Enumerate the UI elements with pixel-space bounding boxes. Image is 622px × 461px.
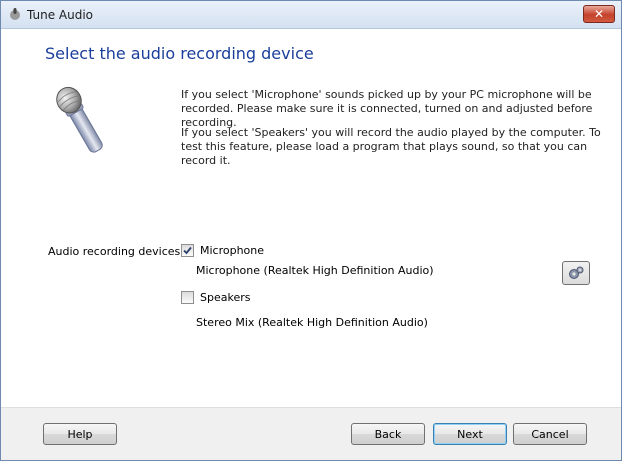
window-title: Tune Audio [27, 8, 94, 22]
title-bar: Tune Audio ✕ [1, 1, 621, 29]
microphone-info-text: If you select 'Microphone' sounds picked… [181, 88, 593, 129]
microphone-device-name: Microphone (Realtek High Definition Audi… [196, 264, 434, 277]
microphone-checkbox-label[interactable]: Microphone [200, 244, 264, 257]
cancel-button[interactable]: Cancel [513, 423, 587, 445]
help-button[interactable]: Help [43, 423, 117, 445]
speakers-info-text: If you select 'Speakers' you will record… [181, 126, 601, 167]
next-button[interactable]: Next [433, 423, 507, 445]
tune-audio-dialog: Tune Audio ✕ Select the audio recording … [0, 0, 622, 461]
close-button[interactable]: ✕ [583, 5, 615, 23]
back-button[interactable]: Back [351, 423, 425, 445]
speakers-checkbox[interactable] [181, 291, 194, 304]
speakers-checkbox-row[interactable]: Speakers [181, 291, 250, 304]
speakers-checkbox-label[interactable]: Speakers [200, 291, 250, 304]
microphone-checkbox-row[interactable]: Microphone [181, 244, 264, 257]
checkmark-icon [183, 246, 192, 255]
device-settings-button[interactable] [562, 261, 590, 285]
speakers-device-name: Stereo Mix (Realtek High Definition Audi… [196, 316, 428, 329]
microphone-checkbox[interactable] [181, 244, 194, 257]
gear-icon [569, 266, 584, 279]
page-heading: Select the audio recording device [45, 44, 314, 63]
microphone-icon [56, 86, 103, 153]
devices-label: Audio recording devices: [48, 245, 184, 258]
audio-app-icon [10, 8, 20, 20]
